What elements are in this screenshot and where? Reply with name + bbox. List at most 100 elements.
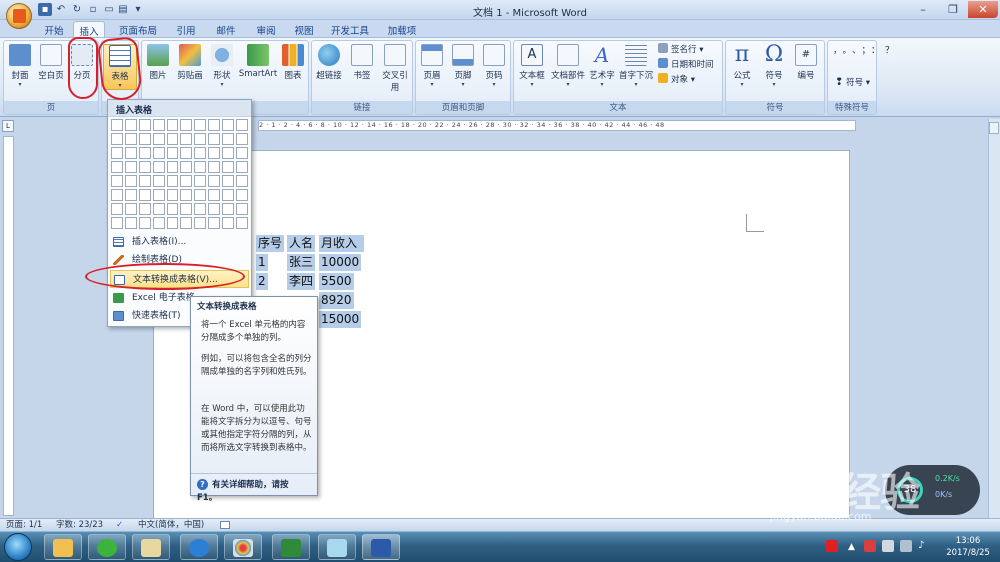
- quick-print-icon[interactable]: ▤: [116, 3, 130, 16]
- blank-page-button[interactable]: 空白页: [36, 44, 66, 90]
- page-number-button[interactable]: 页码 ▾: [479, 44, 509, 90]
- ruler-toggle-icon[interactable]: [989, 122, 999, 134]
- taskbar-app-excel[interactable]: [272, 534, 310, 560]
- redo-icon[interactable]: ↻: [70, 3, 84, 16]
- doc-cell[interactable]: 15000: [319, 311, 362, 328]
- doc-cell[interactable]: 2: [256, 273, 268, 290]
- tab-selector-button[interactable]: L: [2, 120, 14, 132]
- signature-line-button[interactable]: 签名行 ▾: [658, 43, 703, 57]
- customize-qat-icon[interactable]: ▾: [131, 3, 145, 16]
- symbol-button[interactable]: Ω 符号 ▾: [759, 44, 789, 90]
- save-icon[interactable]: ▪: [38, 3, 52, 16]
- doc-cell-header-income[interactable]: 月收入: [319, 235, 360, 252]
- object-button[interactable]: 对象 ▾: [658, 73, 695, 87]
- open-icon[interactable]: ▭: [102, 3, 116, 16]
- footer-button[interactable]: 页脚 ▾: [448, 44, 478, 90]
- tray-security-icon[interactable]: [864, 540, 876, 552]
- doc-cell[interactable]: 张三: [287, 254, 316, 271]
- vertical-ruler[interactable]: [3, 136, 14, 516]
- smartart-button[interactable]: SmartArt: [238, 44, 278, 90]
- language-indicator[interactable]: 中文(简体，中国): [138, 519, 204, 531]
- equation-button[interactable]: π 公式 ▾: [727, 44, 757, 90]
- word-icon: [371, 539, 391, 557]
- doc-cell[interactable]: 李四: [287, 273, 316, 290]
- chart-button[interactable]: 图表: [279, 44, 307, 90]
- print-preview-icon[interactable]: ▫: [86, 3, 100, 16]
- shapes-label: 形状: [213, 71, 231, 81]
- doc-cell[interactable]: 8920: [319, 292, 354, 309]
- dropdown-arrow-icon: ▾: [634, 81, 638, 88]
- doc-cell-header-seq[interactable]: 序号: [256, 235, 285, 252]
- page-count[interactable]: 页面: 1/1: [6, 519, 42, 531]
- header-label: 页眉: [423, 71, 441, 81]
- bookmark-icon: [351, 44, 373, 66]
- dropdown-arrow-icon: ▾: [18, 81, 22, 88]
- dropdown-arrow-icon: ▾: [492, 81, 496, 88]
- tab-references[interactable]: 引用: [170, 21, 202, 38]
- shapes-button[interactable]: 形状 ▾: [207, 44, 237, 90]
- tab-view[interactable]: 视图: [288, 21, 320, 38]
- shapes-icon: [211, 44, 233, 66]
- tooltip-paragraph-1: 将一个 Excel 单元格的内容分隔成多个单独的列。: [201, 320, 306, 343]
- insert-table-item[interactable]: 插入表格(I)...: [110, 233, 249, 251]
- close-button[interactable]: ✕: [968, 1, 998, 18]
- macro-record-icon[interactable]: [220, 521, 230, 529]
- maximize-button[interactable]: ❐: [938, 1, 968, 18]
- picture-button[interactable]: 图片: [143, 44, 173, 90]
- tray-volume-icon[interactable]: ♪: [918, 540, 924, 551]
- cover-page-button[interactable]: 封面 ▾: [5, 44, 35, 90]
- taskbar-app-explorer[interactable]: [132, 534, 170, 560]
- tab-insert[interactable]: 插入: [73, 21, 105, 38]
- wordart-button[interactable]: A 艺术字 ▾: [587, 44, 617, 90]
- taskbar-app-paint[interactable]: [224, 534, 262, 560]
- proofing-icon[interactable]: ✓: [116, 519, 123, 531]
- dropdown-arrow-icon: ▾: [566, 81, 570, 88]
- doc-cell-header-name[interactable]: 人名: [287, 235, 316, 252]
- special-symbol-grid[interactable]: ，。、；：？: [833, 45, 894, 58]
- doc-cell[interactable]: 1: [256, 254, 268, 271]
- system-clock[interactable]: 13:06 2017/8/25: [940, 535, 996, 559]
- cross-reference-label: 交叉引用: [382, 71, 408, 93]
- office-button[interactable]: [6, 3, 32, 29]
- tray-network-icon[interactable]: [900, 540, 912, 552]
- bookmark-button[interactable]: 书签: [347, 44, 377, 90]
- taskbar-app-sogou[interactable]: [180, 534, 218, 560]
- tab-mailings[interactable]: 邮件: [210, 21, 242, 38]
- tray-flag-icon[interactable]: [882, 540, 894, 552]
- taskbar-app-word[interactable]: [362, 534, 400, 560]
- date-time-button[interactable]: 日期和时间: [658, 58, 714, 72]
- taskbar-app-wechat[interactable]: [88, 534, 126, 560]
- tab-home[interactable]: 开始: [38, 21, 70, 38]
- start-button[interactable]: [4, 533, 32, 561]
- tab-developer[interactable]: 开发工具: [328, 21, 372, 38]
- horizontal-ruler[interactable]: 2 · 1 · 2 · 4 · 6 · 8 · 10 · 12 · 14 · 1…: [258, 120, 856, 131]
- taskbar-app-folder[interactable]: [44, 534, 82, 560]
- special-symbol-button[interactable]: ❢ 符号 ▾: [835, 76, 870, 90]
- hyperlink-button[interactable]: 超链接: [313, 44, 345, 90]
- vertical-scrollbar[interactable]: [988, 119, 1000, 519]
- clipart-button[interactable]: 剪贴画: [174, 44, 206, 90]
- tab-page-layout[interactable]: 页面布局: [112, 21, 164, 38]
- clock-time: 13:06: [955, 536, 981, 546]
- text-box-button[interactable]: A 文本框 ▾: [515, 44, 549, 90]
- tab-addins[interactable]: 加载项: [382, 21, 422, 38]
- drop-cap-button[interactable]: 首字下沉 ▾: [618, 44, 654, 90]
- tray-sogou-icon[interactable]: [826, 540, 838, 552]
- tooltip-title: 文本转换成表格: [197, 302, 257, 312]
- quick-parts-button[interactable]: 文档部件 ▾: [550, 44, 586, 90]
- clipart-label: 剪贴画: [177, 71, 203, 81]
- table-size-grid[interactable]: [111, 119, 248, 229]
- tray-expand-icon[interactable]: ▲: [848, 542, 855, 552]
- header-button[interactable]: 页眉 ▾: [417, 44, 447, 90]
- minimize-button[interactable]: –: [908, 1, 938, 18]
- word-count[interactable]: 字数: 23/23: [56, 519, 103, 531]
- doc-cell[interactable]: 10000: [319, 254, 362, 271]
- numbering-button[interactable]: # 编号: [791, 44, 821, 90]
- taskbar-app-notes[interactable]: [318, 534, 356, 560]
- text-box-icon: A: [521, 44, 543, 66]
- cross-reference-button[interactable]: 交叉引用: [379, 44, 411, 93]
- doc-cell[interactable]: 5500: [319, 273, 354, 290]
- dropdown-arrow-icon: ▾: [220, 81, 224, 88]
- undo-icon[interactable]: ↶: [54, 3, 68, 16]
- tab-review[interactable]: 审阅: [250, 21, 282, 38]
